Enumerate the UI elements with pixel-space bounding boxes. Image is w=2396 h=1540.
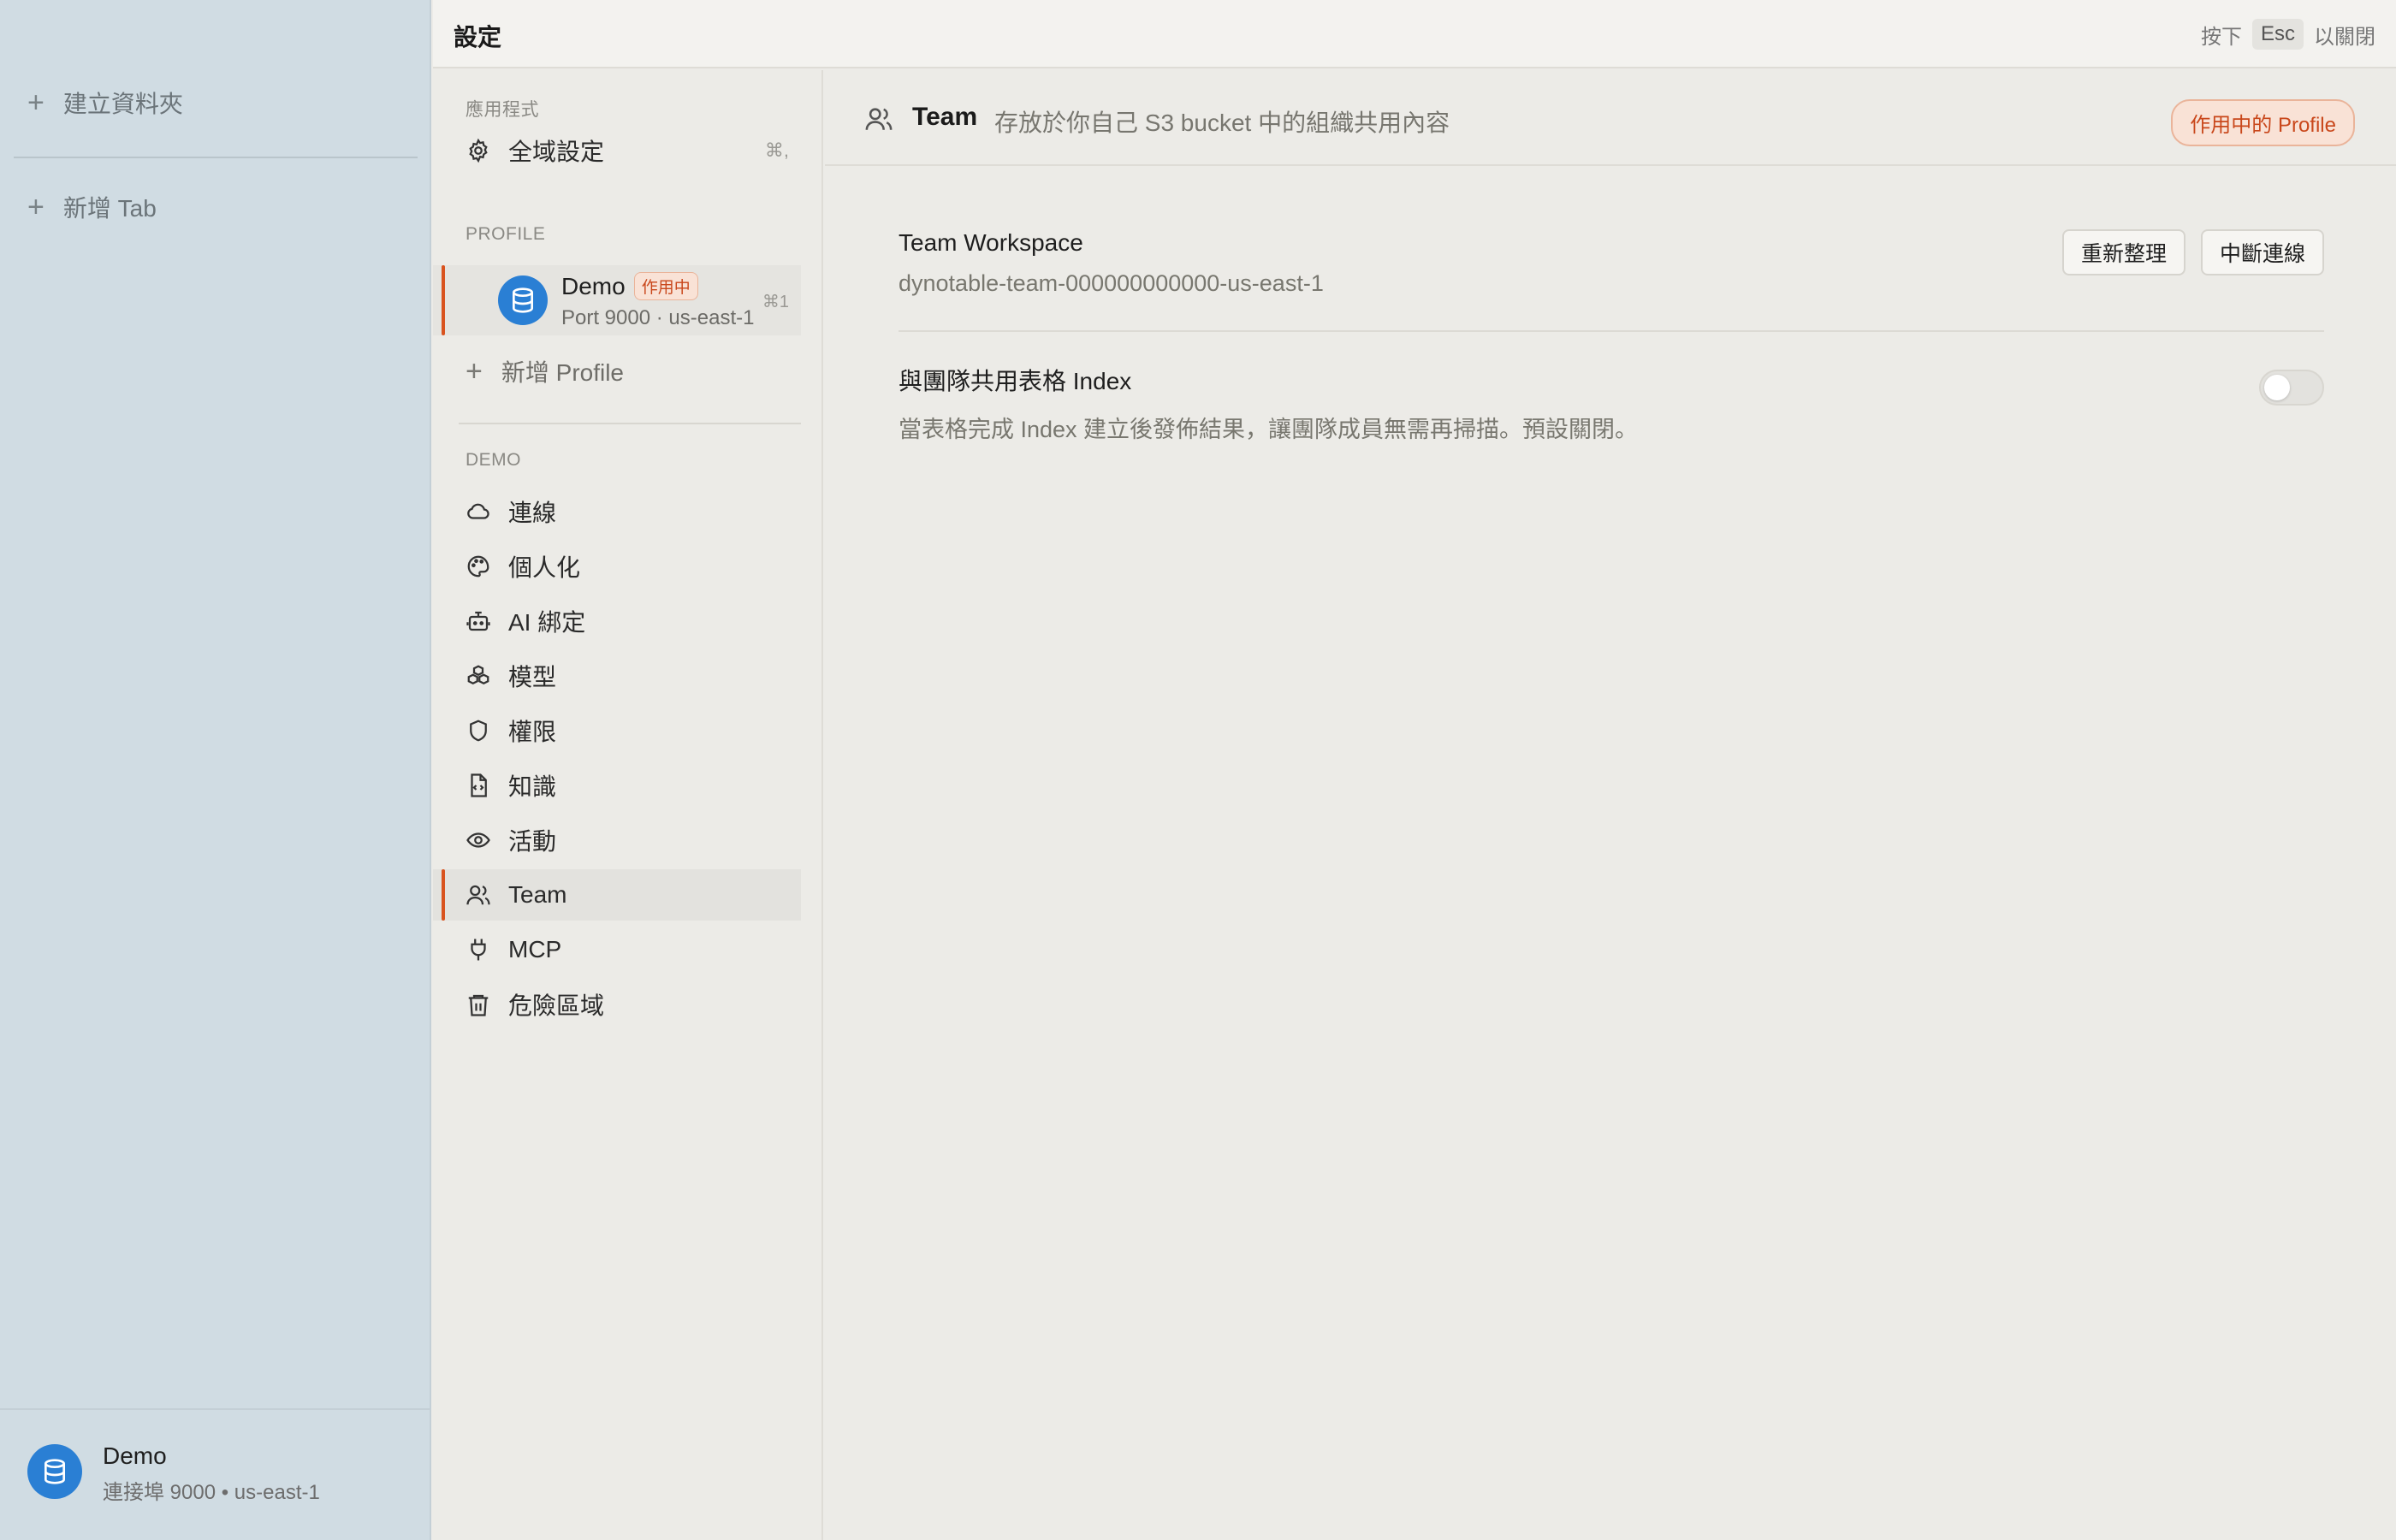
nav-label: 全域設定 xyxy=(508,139,605,165)
hint-prefix: 按下 xyxy=(2200,25,2242,49)
settings-header: 設定 按下 Esc 以關閉 xyxy=(433,0,2396,68)
connection-footer[interactable]: Demo 連接埠 9000 • us-east-1 xyxy=(0,1408,431,1540)
plus-icon: + xyxy=(27,86,44,119)
profile-sub: Port 9000 · us-east-1 xyxy=(561,306,755,329)
plus-icon: + xyxy=(27,191,44,223)
profile-section-label: PROFILE xyxy=(466,224,546,244)
nav-label: AI 綁定 xyxy=(508,609,586,636)
disconnect-button[interactable]: 中斷連線 xyxy=(2200,229,2324,275)
close-hint: 按下 Esc 以關閉 xyxy=(2201,19,2375,50)
database-icon xyxy=(498,275,548,325)
nav-item-permissions[interactable]: 權限 xyxy=(433,705,801,756)
share-index-description: 當表格完成 Index 建立後發佈結果，讓團隊成員無需再掃描。預設關閉。 xyxy=(898,417,1639,442)
users-icon xyxy=(466,885,490,905)
bot-icon xyxy=(466,611,490,631)
create-folder-label: 建立資料夾 xyxy=(62,91,183,117)
demo-section-label: DEMO xyxy=(466,450,521,470)
add-profile-label: 新增 Profile xyxy=(501,359,625,386)
nav-item-ai-binding[interactable]: AI 綁定 xyxy=(433,595,801,647)
nav-label: Team xyxy=(508,881,567,908)
trash-icon xyxy=(468,994,489,1016)
nav-item-activity[interactable]: 活動 xyxy=(433,814,801,866)
cloud-icon xyxy=(467,503,489,519)
shield-icon xyxy=(470,720,487,742)
plug-icon xyxy=(471,939,486,961)
app-section-label: 應用程式 xyxy=(466,100,539,120)
team-workspace-setting: Team Workspace dynotable-team-0000000000… xyxy=(898,229,2324,297)
create-folder-button[interactable]: + 建立資料夾 xyxy=(27,86,183,120)
connection-name: Demo xyxy=(103,1442,167,1469)
share-index-toggle[interactable] xyxy=(2259,370,2324,406)
nav-label: MCP xyxy=(508,936,562,962)
page-title: 設定 xyxy=(454,24,502,50)
database-icon xyxy=(27,1444,82,1499)
gear-icon xyxy=(469,138,488,163)
nav-item-team[interactable]: Team xyxy=(433,869,801,921)
palette-icon xyxy=(467,555,489,578)
team-settings-panel: Team 存放於你自己 S3 bucket 中的組織共用內容 作用中的 Prof… xyxy=(825,70,2396,1540)
add-profile-button[interactable]: + 新增 Profile xyxy=(466,354,624,388)
refresh-button[interactable]: 重新整理 xyxy=(2061,229,2185,275)
nav-label: 模型 xyxy=(508,664,557,690)
nav-divider xyxy=(459,423,801,424)
panel-description: 存放於你自己 S3 bucket 中的組織共用內容 xyxy=(994,110,1450,136)
nav-label: 活動 xyxy=(508,828,557,855)
app-sidebar: + 建立資料夾 + 新增 Tab Demo 連接埠 9000 • us-east… xyxy=(0,0,431,1540)
panel-title: Team xyxy=(912,103,978,131)
nav-item-danger-zone[interactable]: 危險區域 xyxy=(433,979,801,1030)
new-tab-button[interactable]: + 新增 Tab xyxy=(27,190,157,224)
profile-name: Demo xyxy=(561,272,626,299)
boxes-icon xyxy=(467,665,489,685)
share-index-setting: 與團隊共用表格 Index 當表格完成 Index 建立後發佈結果，讓團隊成員無… xyxy=(898,363,2324,444)
nav-item-models[interactable]: 模型 xyxy=(433,650,801,702)
nav-label: 連線 xyxy=(508,500,557,526)
new-tab-label: 新增 Tab xyxy=(62,195,157,222)
share-index-title: 與團隊共用表格 Index xyxy=(898,368,1132,394)
users-icon xyxy=(865,108,893,130)
sidebar-divider xyxy=(14,157,418,158)
setting-divider xyxy=(898,330,2324,332)
nav-label: 知識 xyxy=(508,773,557,800)
nav-item-connection[interactable]: 連線 xyxy=(433,486,801,537)
nav-item-knowledge[interactable]: 知識 xyxy=(433,760,801,811)
nav-label: 權限 xyxy=(508,719,557,745)
active-profile-badge: 作用中的 Profile xyxy=(2171,99,2355,146)
eye-icon xyxy=(466,832,490,848)
nav-label: 個人化 xyxy=(508,554,581,581)
plus-icon: + xyxy=(466,354,483,388)
hint-suffix: 以關閉 xyxy=(2314,25,2375,49)
esc-key: Esc xyxy=(2251,19,2304,50)
profile-item-demo[interactable]: Demo 作用中 Port 9000 · us-east-1 ⌘1 xyxy=(433,265,801,335)
nav-label: 危險區域 xyxy=(508,992,605,1019)
shortcut: ⌘, xyxy=(764,139,789,161)
settings-nav: 應用程式 全域設定 ⌘, PROFILE Demo 作用中 Port 9000 … xyxy=(433,70,823,1540)
file-code-icon xyxy=(471,773,487,797)
nav-item-mcp[interactable]: MCP xyxy=(433,924,801,975)
active-badge: 作用中 xyxy=(633,272,698,300)
toggle-knob xyxy=(2264,375,2290,400)
nav-item-global-settings[interactable]: 全域設定 ⌘, xyxy=(433,125,801,176)
connection-sub: 連接埠 9000 • us-east-1 xyxy=(103,1481,320,1504)
shortcut: ⌘1 xyxy=(762,293,789,311)
nav-item-personalization[interactable]: 個人化 xyxy=(433,541,801,592)
panel-header: Team 存放於你自己 S3 bucket 中的組織共用內容 作用中的 Prof… xyxy=(825,70,2396,166)
